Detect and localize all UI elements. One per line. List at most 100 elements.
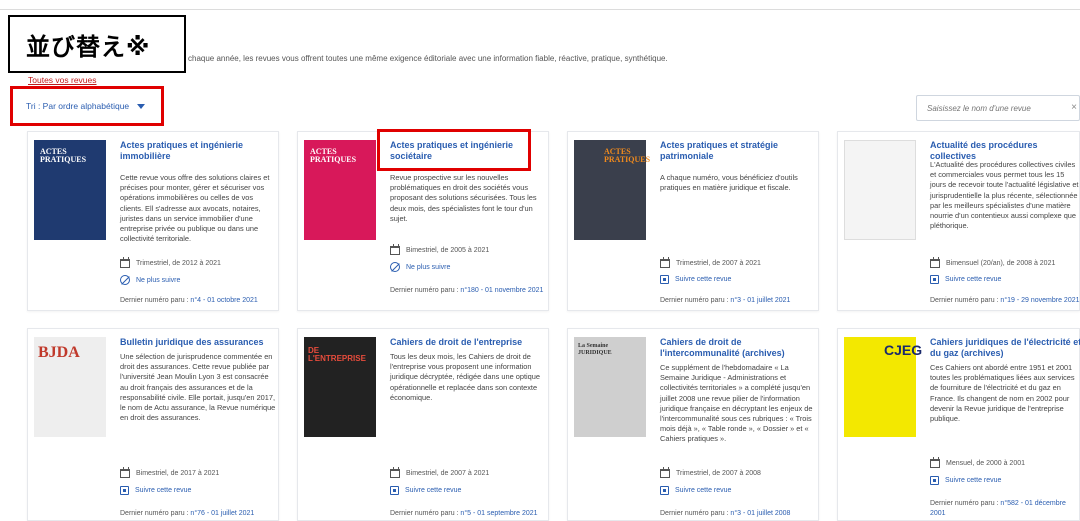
last-issue-label: Dernier numéro paru :: [930, 297, 1001, 304]
follow-button[interactable]: Suivre cette revue: [660, 275, 731, 284]
journal-description: Une sélection de jurisprudence commentée…: [120, 352, 276, 423]
follow-button[interactable]: Suivre cette revue: [930, 275, 1001, 284]
cover-title: BJDA: [38, 344, 80, 361]
frequency-text: Trimestriel, de 2012 à 2021: [136, 260, 221, 267]
follow-icon: [930, 476, 939, 485]
follow-label: Suivre cette revue: [945, 477, 1002, 484]
last-issue-link[interactable]: n°3 - 01 juillet 2021: [730, 297, 790, 304]
follow-label: Suivre cette revue: [945, 276, 1002, 283]
last-issue-link[interactable]: n°19 - 29 novembre 2021: [1000, 297, 1079, 304]
follow-button[interactable]: Suivre cette revue: [660, 486, 731, 495]
calendar-icon: [120, 257, 130, 268]
last-issue-label: Dernier numéro paru :: [660, 510, 731, 517]
calendar-icon: [390, 467, 400, 478]
journal-description: Tous les deux mois, les Cahiers de droit…: [390, 352, 540, 402]
frequency-text: Bimensuel (20/an), de 2008 à 2021: [946, 260, 1056, 267]
cover-title: La Semaine JURIDIQUE: [578, 343, 612, 356]
cover-title: ACTES PRATIQUES: [310, 147, 357, 164]
journal-cover[interactable]: CJEG: [844, 337, 922, 437]
unfollow-icon: [120, 275, 130, 285]
frequency-text: Bimestriel, de 2005 à 2021: [406, 247, 490, 254]
calendar-icon: [660, 467, 670, 478]
follow-icon: [120, 486, 129, 495]
journal-description: Ces Cahiers ont abordé entre 1951 et 200…: [930, 363, 1075, 424]
cover-title: DE L'ENTREPRISE: [308, 346, 366, 363]
journal-frequency: Trimestriel, de 2007 à 2008: [660, 467, 761, 478]
unfollow-button[interactable]: Ne plus suivre: [390, 262, 450, 272]
last-issue-link[interactable]: n°3 - 01 juillet 2008: [730, 510, 790, 517]
search-input[interactable]: [927, 103, 1057, 113]
cover-title: ACTES PRATIQUES: [40, 147, 87, 164]
journal-title[interactable]: Actes pratiques et stratégie patrimonial…: [660, 140, 815, 162]
journal-cover[interactable]: ACTES PRATIQUES: [304, 140, 376, 240]
follow-button[interactable]: Suivre cette revue: [120, 486, 191, 495]
last-issue-label: Dernier numéro paru :: [390, 510, 461, 517]
calendar-icon: [930, 457, 940, 468]
journal-title[interactable]: Actualité des procédures collectives: [930, 140, 1080, 162]
sort-callout-label: 並び替え※: [8, 15, 186, 73]
follow-button[interactable]: Suivre cette revue: [930, 476, 1001, 485]
frequency-text: Bimestriel, de 2007 à 2021: [406, 470, 490, 477]
journal-cover[interactable]: La Semaine JURIDIQUE: [574, 337, 646, 437]
frequency-text: Mensuel, de 2000 à 2001: [946, 460, 1026, 467]
last-issue: Dernier numéro paru : n°3 - 01 juillet 2…: [660, 509, 816, 519]
follow-label: Suivre cette revue: [135, 487, 192, 494]
journal-frequency: Bimestriel, de 2017 à 2021: [120, 467, 220, 478]
last-issue-label: Dernier numéro paru :: [660, 297, 731, 304]
journal-title[interactable]: Actes pratiques et ingénierie immobilièr…: [120, 140, 275, 162]
journal-title[interactable]: Bulletin juridique des assurances: [120, 337, 275, 348]
cover-title: CJEG: [884, 342, 923, 358]
chevron-down-icon: [137, 103, 146, 109]
journal-title[interactable]: Cahiers de droit de l'intercommunalité (…: [660, 337, 815, 359]
calendar-icon: [120, 467, 130, 478]
journal-description: L'Actualité des procédures collectives c…: [930, 160, 1079, 231]
frequency-text: Trimestriel, de 2007 à 2008: [676, 470, 761, 477]
follow-label: Ne plus suivre: [136, 276, 181, 284]
frequency-text: Trimestriel, de 2007 à 2021: [676, 260, 761, 267]
all-journals-link[interactable]: Toutes vos revues: [28, 75, 97, 85]
unfollow-button[interactable]: Ne plus suivre: [120, 275, 180, 285]
journal-frequency: Bimestriel, de 2007 à 2021: [390, 467, 490, 478]
journal-description: Ce supplément de l'hebdomadaire « La Sem…: [660, 363, 813, 444]
journal-card: CJEG Cahiers juridiques de l'électricité…: [837, 328, 1080, 521]
sort-dropdown[interactable]: Tri : Par ordre alphabétique: [22, 96, 152, 116]
follow-label: Ne plus suivre: [406, 263, 451, 271]
journal-card: DE L'ENTREPRISE Cahiers de droit de l'en…: [297, 328, 549, 521]
journal-cover[interactable]: DE L'ENTREPRISE: [304, 337, 376, 437]
calendar-icon: [390, 244, 400, 255]
last-issue-label: Dernier numéro paru :: [930, 500, 1001, 507]
last-issue: Dernier numéro paru : n°19 - 29 novembre…: [930, 296, 1080, 306]
journal-title[interactable]: Cahiers juridiques de l'électricité et d…: [930, 337, 1080, 359]
follow-icon: [660, 486, 669, 495]
follow-label: Suivre cette revue: [405, 487, 462, 494]
calendar-icon: [660, 257, 670, 268]
journal-description: A chaque numéro, vous bénéficiez d'outil…: [660, 173, 798, 193]
journal-cover[interactable]: [844, 140, 916, 240]
journal-cover[interactable]: ACTES PRATIQUES: [574, 140, 650, 240]
journal-frequency: Bimensuel (20/an), de 2008 à 2021: [930, 257, 1056, 268]
follow-label: Suivre cette revue: [675, 276, 732, 283]
unfollow-icon: [390, 262, 400, 272]
last-issue-link[interactable]: n°76 - 01 juillet 2021: [190, 510, 254, 517]
journal-frequency: Trimestriel, de 2007 à 2021: [660, 257, 761, 268]
journal-cover[interactable]: ACTES PRATIQUES: [34, 140, 106, 240]
title-highlight-box: [377, 129, 531, 171]
journal-cover[interactable]: BJDA: [34, 337, 106, 437]
last-issue-label: Dernier numéro paru :: [390, 287, 461, 294]
journal-title[interactable]: Cahiers de droit de l'entreprise: [390, 337, 545, 348]
last-issue: Dernier numéro paru : n°5 - 01 septembre…: [390, 509, 546, 519]
follow-label: Suivre cette revue: [675, 487, 732, 494]
follow-button[interactable]: Suivre cette revue: [390, 486, 461, 495]
frequency-text: Bimestriel, de 2017 à 2021: [136, 470, 220, 477]
journal-card: La Semaine JURIDIQUE Cahiers de droit de…: [567, 328, 819, 521]
journal-description: Revue prospective sur les nouvelles prob…: [390, 173, 537, 223]
journal-card: Actualité des procédures collectives L'A…: [837, 131, 1080, 311]
sort-dropdown-label: Tri : Par ordre alphabétique: [26, 101, 130, 111]
search-field[interactable]: ×: [916, 95, 1080, 121]
last-issue-link[interactable]: n°4 - 01 octobre 2021: [190, 297, 257, 304]
close-icon[interactable]: ×: [1071, 102, 1077, 113]
last-issue-link[interactable]: n°180 - 01 novembre 2021: [460, 287, 543, 294]
intro-text: chaque année, les revues vous offrent to…: [188, 54, 668, 63]
journal-frequency: Trimestriel, de 2012 à 2021: [120, 257, 221, 268]
last-issue-link[interactable]: n°5 - 01 septembre 2021: [460, 510, 537, 517]
